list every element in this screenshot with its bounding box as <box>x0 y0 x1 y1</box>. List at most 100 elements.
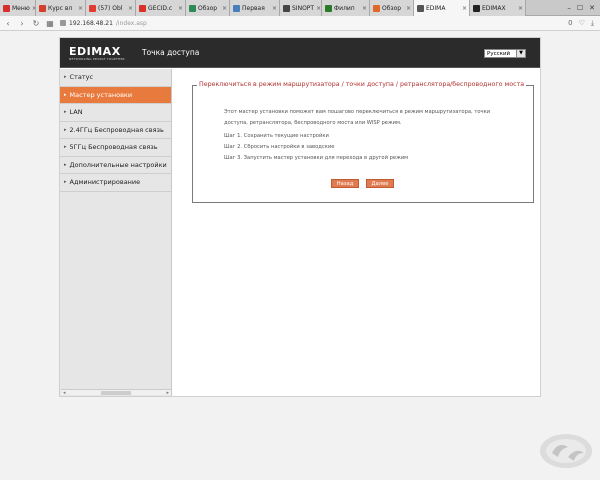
chevron-right-icon: ▸ <box>64 74 67 81</box>
browser-tab[interactable]: Обзор × <box>186 0 230 16</box>
logo-text: EDIMAX <box>69 45 121 58</box>
sidebar-item[interactable]: ▸ Дополнительные настройки <box>60 157 171 174</box>
chevron-right-icon: ▸ <box>64 144 67 151</box>
browser-tab-bar: Меню×Курс вл×(57) Obl×GECID.c×Обзор×Перв… <box>0 0 600 16</box>
back-icon[interactable]: ‹ <box>4 19 12 28</box>
sidebar: ▸ Статус ▸ Мастер установки ▸ LAN ▸ 2.4ГГц Бесп… <box>60 69 172 396</box>
heart-icon[interactable]: ♡ <box>579 19 585 27</box>
tab-close-icon[interactable]: × <box>78 5 83 12</box>
url-input[interactable]: 192.168.48.21/index.asp <box>60 18 360 29</box>
url-host: 192.168.48.21 <box>69 19 113 27</box>
browser-tab[interactable]: Курс вл × <box>36 0 86 16</box>
product-name: Точка доступа <box>142 48 200 57</box>
browser-tab[interactable]: Обзор × <box>370 0 414 16</box>
sidebar-item-label: Мастер установки <box>69 90 133 99</box>
browser-tab[interactable]: GECID.c × <box>136 0 186 16</box>
tab-close-icon[interactable]: × <box>222 5 227 12</box>
page-icon <box>60 20 66 26</box>
tab-label: GECID.c <box>148 4 173 12</box>
close-window-icon[interactable]: ✕ <box>589 4 595 12</box>
address-bar-tools: 0 ♡ ⤓ <box>568 19 600 28</box>
wizard-step-2: Шаг 2. Сбросить настройки в заводские <box>224 144 335 150</box>
sidebar-item-label: Статус <box>69 73 94 82</box>
language-value: Русский <box>487 50 511 57</box>
sidebar-item[interactable]: ▸ Статус <box>60 69 171 87</box>
back-button[interactable]: Назад <box>331 179 359 188</box>
tab-label: Филип <box>334 4 355 12</box>
tab-favicon-icon <box>325 4 332 12</box>
tab-close-icon[interactable]: × <box>462 5 467 12</box>
tab-label: Меню <box>12 4 30 12</box>
router-header: EDIMAX NETWORKING PEOPLE TOGETHER Точка … <box>60 38 540 68</box>
chevron-right-icon: ▸ <box>64 109 67 116</box>
wizard-step-1: Шаг 1. Сохранить текущие настройки <box>224 133 329 139</box>
tab-favicon-icon <box>473 4 480 12</box>
sidebar-item[interactable]: ▸ 5ГГц Беспроводная связь <box>60 139 171 157</box>
forward-icon[interactable]: › <box>18 19 26 28</box>
wizard-step-3: Шаг 3. Запустить мастер установки для пе… <box>224 155 409 161</box>
wizard-intro: Этот мастер установки поможет вам пошаго… <box>224 109 491 126</box>
download-icon[interactable]: ⤓ <box>591 19 594 28</box>
sidebar-scrollbar[interactable]: ◂ ▸ <box>61 389 171 396</box>
tab-close-icon[interactable]: × <box>406 5 411 12</box>
language-select[interactable]: Русский ▼ <box>484 49 526 58</box>
grid-icon[interactable]: ▦ <box>46 19 54 28</box>
tab-label: EDIMA <box>426 4 446 12</box>
chevron-right-icon: ▸ <box>64 179 67 186</box>
browser-tab[interactable]: Первая × <box>230 0 280 16</box>
sidebar-item[interactable]: ▸ LAN <box>60 104 171 122</box>
browser-tab[interactable]: EDIMA × <box>414 0 470 16</box>
tab-label: SINOPT <box>292 4 315 12</box>
sidebar-item-label: Администрирование <box>69 178 141 187</box>
tab-favicon-icon <box>189 4 196 12</box>
tab-label: Первая <box>242 4 265 12</box>
wizard-panel: Переключиться в режим маршрутизатора / т… <box>192 81 534 203</box>
tab-close-icon[interactable]: × <box>362 5 367 12</box>
tab-close-icon[interactable]: × <box>316 5 321 12</box>
minimize-icon[interactable]: – <box>567 4 571 12</box>
sidebar-item[interactable]: ▸ Мастер установки <box>60 86 171 104</box>
logo-tagline: NETWORKING PEOPLE TOGETHER <box>69 57 125 61</box>
watermark-logo <box>540 434 592 468</box>
tab-close-icon[interactable]: × <box>128 5 133 12</box>
sidebar-item[interactable]: ▸ Администрирование <box>60 174 171 192</box>
sidebar-item-label: LAN <box>69 108 83 117</box>
tab-close-icon[interactable]: × <box>272 5 277 12</box>
reload-icon[interactable]: ↻ <box>32 19 40 28</box>
scroll-right-icon[interactable]: ▸ <box>166 390 169 396</box>
browser-tab[interactable]: Филип × <box>322 0 370 16</box>
browser-tab[interactable]: SINOPT × <box>280 0 322 16</box>
scroll-left-icon[interactable]: ◂ <box>63 390 66 396</box>
window-controls: – ☐ ✕ <box>567 0 600 15</box>
tab-favicon-icon <box>233 4 240 12</box>
tab-favicon-icon <box>417 4 424 12</box>
sidebar-item-label: 5ГГц Беспроводная связь <box>69 143 158 152</box>
tab-favicon-icon <box>373 4 380 12</box>
tab-label: Курс вл <box>48 4 73 12</box>
chevron-right-icon: ▸ <box>64 161 67 168</box>
tab-favicon-icon <box>39 4 46 12</box>
browser-tab[interactable]: (57) Obl × <box>86 0 136 16</box>
tab-favicon-icon <box>89 4 96 12</box>
browser-tab[interactable]: EDIMAX × <box>470 0 526 16</box>
sidebar-item[interactable]: ▸ 2.4ГГц Беспроводная связь <box>60 122 171 139</box>
browser-tab[interactable]: Меню× <box>0 0 36 16</box>
tab-favicon-icon <box>139 4 146 12</box>
tab-favicon-icon <box>283 4 290 12</box>
chevron-right-icon: ▸ <box>64 91 67 98</box>
tab-close-icon[interactable]: × <box>178 5 183 12</box>
tab-label: Обзор <box>198 4 218 12</box>
wizard-title: Переключиться в режим маршрутизатора / т… <box>197 81 527 88</box>
badge-count[interactable]: 0 <box>568 19 572 27</box>
sidebar-item-label: 2.4ГГц Беспроводная связь <box>69 125 164 134</box>
chevron-down-icon[interactable]: ▼ <box>516 50 525 57</box>
tab-favicon-icon <box>3 4 10 12</box>
tab-label: EDIMAX <box>482 4 506 12</box>
maximize-icon[interactable]: ☐ <box>577 4 583 12</box>
tab-label: Обзор <box>382 4 402 12</box>
address-bar: ‹ › ↻ ▦ 192.168.48.21/index.asp 0 ♡ ⤓ <box>0 16 600 31</box>
next-button[interactable]: Далее <box>366 179 394 188</box>
scroll-thumb[interactable] <box>101 390 131 395</box>
tab-close-icon[interactable]: × <box>518 5 523 12</box>
chevron-right-icon: ▸ <box>64 126 67 133</box>
